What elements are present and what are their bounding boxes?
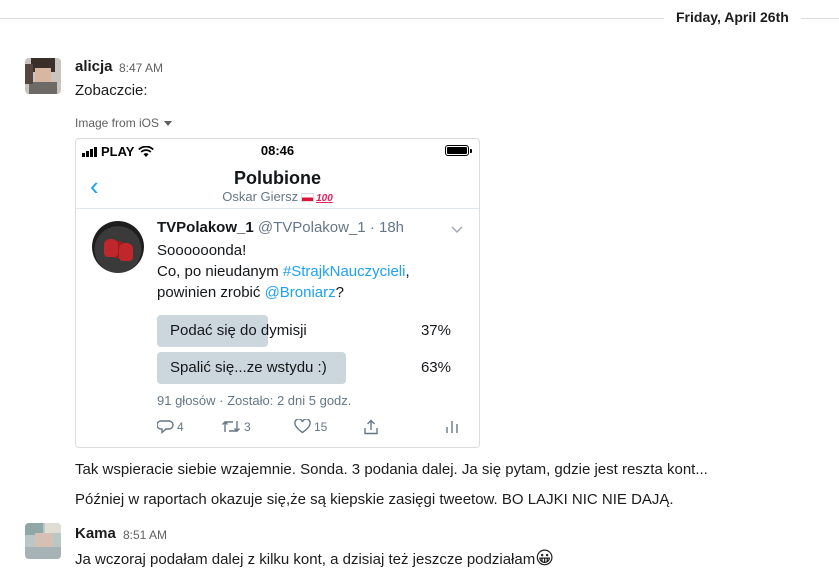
message-text-body: Ja wczoraj podałam dalej z kilku kont, a…: [75, 551, 536, 568]
status-time: 08:46: [260, 143, 295, 158]
poland-flag-icon: [301, 193, 315, 202]
mention-link: @Broniarz: [264, 284, 336, 301]
message-text: Tak wspieracie siebie wzajemnie. Sonda. …: [75, 461, 708, 478]
retweet-icon: [222, 421, 240, 432]
poll-option-label: Spalić się...ze wstydu :): [170, 359, 327, 376]
sender-name[interactable]: Kama: [75, 525, 116, 542]
tweet-actions: 4 3 15: [157, 419, 462, 441]
tweet-text-line: powinien zrobić @Broniarz?: [157, 284, 344, 301]
sender-name[interactable]: alicja: [75, 58, 113, 75]
avatar-kama[interactable]: [25, 523, 61, 559]
date-divider: Friday, April 26th: [0, 7, 839, 29]
poll-option-percent: 63%: [420, 359, 451, 376]
tweet-handle-meta: @TVPolakow_1 · 18h: [257, 219, 405, 236]
message-text: Później w raportach okazuje się,że są ki…: [75, 491, 674, 508]
image-attachment[interactable]: PLAY 08:46 ‹ Polubione Oskar Giersz 100 T…: [75, 138, 480, 448]
nav-subtitle-name: Oskar Giersz: [222, 189, 299, 204]
battery-icon: [445, 145, 472, 156]
tweet-author-avatar: [92, 221, 144, 273]
like-action: 15: [294, 419, 327, 434]
retweet-count: 3: [244, 419, 251, 434]
poll-footer: 91 głosów · Zostało: 2 dni 5 godz.: [157, 393, 352, 408]
reply-action: 4: [157, 419, 184, 434]
nav-title: Polubione: [234, 168, 321, 188]
retweet-action: 3: [221, 419, 251, 434]
avatar-alicja[interactable]: [25, 58, 61, 94]
hashtag-link: #StrajkNauczycieli: [282, 263, 406, 280]
poll-option-percent: 37%: [420, 322, 451, 339]
message-timestamp[interactable]: 8:51 AM: [123, 528, 167, 542]
tweet-text-part: ,: [405, 263, 410, 280]
poll-option: Spalić się...ze wstydu :) 63%: [157, 352, 457, 384]
poll-option: Podać się do dymisji 37%: [157, 315, 457, 347]
tweet-author-name: TVPolakow_1: [157, 219, 254, 236]
analytics-icon: [446, 421, 458, 433]
nav-subtitle: Oskar Giersz 100: [76, 189, 479, 204]
message-timestamp[interactable]: 8:47 AM: [119, 61, 163, 75]
share-action: [363, 419, 379, 435]
poll-option-label: Podać się do dymisji: [170, 322, 307, 339]
tweet-text-part: powinien zrobić: [157, 284, 265, 301]
message-text: Ja wczoraj podałam dalej z kilku kont, a…: [75, 548, 554, 569]
attachment-label-text: Image from iOS: [75, 116, 160, 130]
message-text: Zobaczcie:: [75, 82, 148, 99]
date-divider-label[interactable]: Friday, April 26th: [664, 7, 801, 29]
boxing-glove-icon: [104, 239, 118, 257]
chevron-down-icon[interactable]: [164, 120, 173, 126]
attachment-label[interactable]: Image from iOS: [75, 116, 173, 130]
tweet-text-part: ?: [335, 284, 344, 301]
reply-icon: [157, 420, 174, 434]
heart-icon: [294, 419, 311, 434]
like-count: 15: [314, 419, 328, 434]
boxing-glove-icon: [119, 243, 133, 261]
analytics-action: [445, 419, 459, 434]
tweet-text-part: Co, po nieudanym: [157, 263, 283, 280]
grinning-face-emoji: 😀: [535, 548, 554, 568]
share-icon: [364, 419, 378, 435]
reply-count: 4: [177, 419, 184, 434]
tweet-text-line: Soooooonda!: [157, 242, 247, 259]
tweet-header: TVPolakow_1 @TVPolakow_1 · 18h: [157, 219, 404, 236]
chevron-down-icon: [451, 221, 463, 237]
tweet-text-line: Co, po nieudanym #StrajkNauczycieli,: [157, 263, 410, 280]
ios-status-bar: PLAY 08:46: [76, 139, 479, 163]
twitter-navbar: ‹ Polubione Oskar Giersz 100: [76, 165, 479, 209]
hundred-points-icon: 100: [316, 193, 333, 204]
